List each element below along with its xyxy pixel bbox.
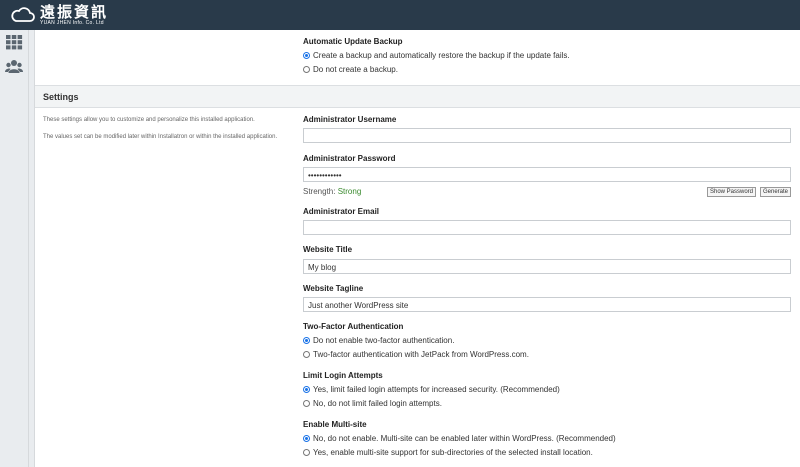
show-password-button[interactable]: Show Password (707, 187, 757, 197)
two-factor-option-disable[interactable]: Do not enable two-factor authentication. (303, 336, 454, 345)
multisite-option-no[interactable]: No, do not enable. Multi-site can be ena… (303, 434, 616, 443)
backup-option-none[interactable]: Do not create a backup. (303, 65, 398, 74)
backup-option-create[interactable]: Create a backup and automatically restor… (303, 51, 570, 60)
strength-value: Strong (337, 187, 362, 196)
radio-label: No, do not limit failed login attempts. (313, 399, 442, 408)
settings-description: These settings allow you to customize an… (43, 117, 255, 123)
limit-login-option-no[interactable]: No, do not limit failed login attempts. (303, 399, 442, 408)
settings-title: Settings (43, 92, 79, 102)
cloud-logo-icon (11, 7, 35, 22)
settings-section-header: Settings (35, 85, 800, 108)
limit-login-option-yes[interactable]: Yes, limit failed login attempts for inc… (303, 385, 560, 394)
strength-label: Strength: (303, 187, 336, 196)
admin-email-input[interactable] (303, 220, 791, 235)
top-bar: 遠振資訊 YUAN JHEN Info. Co. Ltd (0, 0, 800, 30)
limit-login-heading: Limit Login Attempts (303, 371, 383, 380)
admin-email-label: Administrator Email (303, 207, 380, 216)
main-panel: Automatic Update Backup Create a backup … (34, 30, 800, 467)
logo[interactable]: 遠振資訊 YUAN JHEN Info. Co. Ltd (10, 2, 109, 26)
two-factor-heading: Two-Factor Authentication (303, 322, 404, 331)
radio-label: Yes, limit failed login attempts for inc… (313, 385, 560, 394)
radio-label: Yes, enable multi-site support for sub-d… (313, 448, 593, 457)
grid-icon[interactable] (5, 33, 23, 51)
multisite-heading: Enable Multi-site (303, 420, 367, 429)
radio-label: Two-factor authentication with JetPack f… (313, 350, 529, 359)
radio-button[interactable] (303, 449, 310, 456)
website-tagline-input[interactable]: Just another WordPress site (303, 297, 791, 312)
radio-label: Create a backup and automatically restor… (313, 51, 570, 60)
two-factor-option-jetpack[interactable]: Two-factor authentication with JetPack f… (303, 350, 529, 359)
radio-button[interactable] (303, 337, 310, 344)
admin-password-label: Administrator Password (303, 154, 396, 163)
website-title-label: Website Title (303, 245, 353, 254)
admin-username-input[interactable] (303, 128, 791, 143)
website-tagline-label: Website Tagline (303, 284, 364, 293)
radio-button[interactable] (303, 351, 310, 358)
admin-username-label: Administrator Username (303, 115, 397, 124)
radio-label: Do not create a backup. (313, 65, 398, 74)
multisite-option-yes[interactable]: Yes, enable multi-site support for sub-d… (303, 448, 593, 457)
brand-subtitle: YUAN JHEN Info. Co. Ltd (40, 19, 104, 26)
radio-label: No, do not enable. Multi-site can be ena… (313, 434, 616, 443)
radio-button[interactable] (303, 52, 310, 59)
password-strength: Strength: Strong (303, 187, 361, 196)
radio-button[interactable] (303, 386, 310, 393)
radio-label: Do not enable two-factor authentication. (313, 336, 455, 345)
admin-password-input[interactable]: •••••••••••• (303, 167, 791, 182)
generate-password-button[interactable]: Generate (760, 187, 792, 197)
radio-button[interactable] (303, 400, 310, 407)
brand-title: 遠振資訊 (40, 2, 109, 21)
settings-description-2: The values set can be modified later wit… (43, 134, 278, 140)
left-nav (0, 30, 29, 467)
radio-button[interactable] (303, 66, 310, 73)
radio-button[interactable] (303, 435, 310, 442)
auto-update-backup-heading: Automatic Update Backup (303, 37, 403, 46)
users-icon[interactable] (5, 58, 23, 76)
website-title-input[interactable]: My blog (303, 259, 791, 274)
